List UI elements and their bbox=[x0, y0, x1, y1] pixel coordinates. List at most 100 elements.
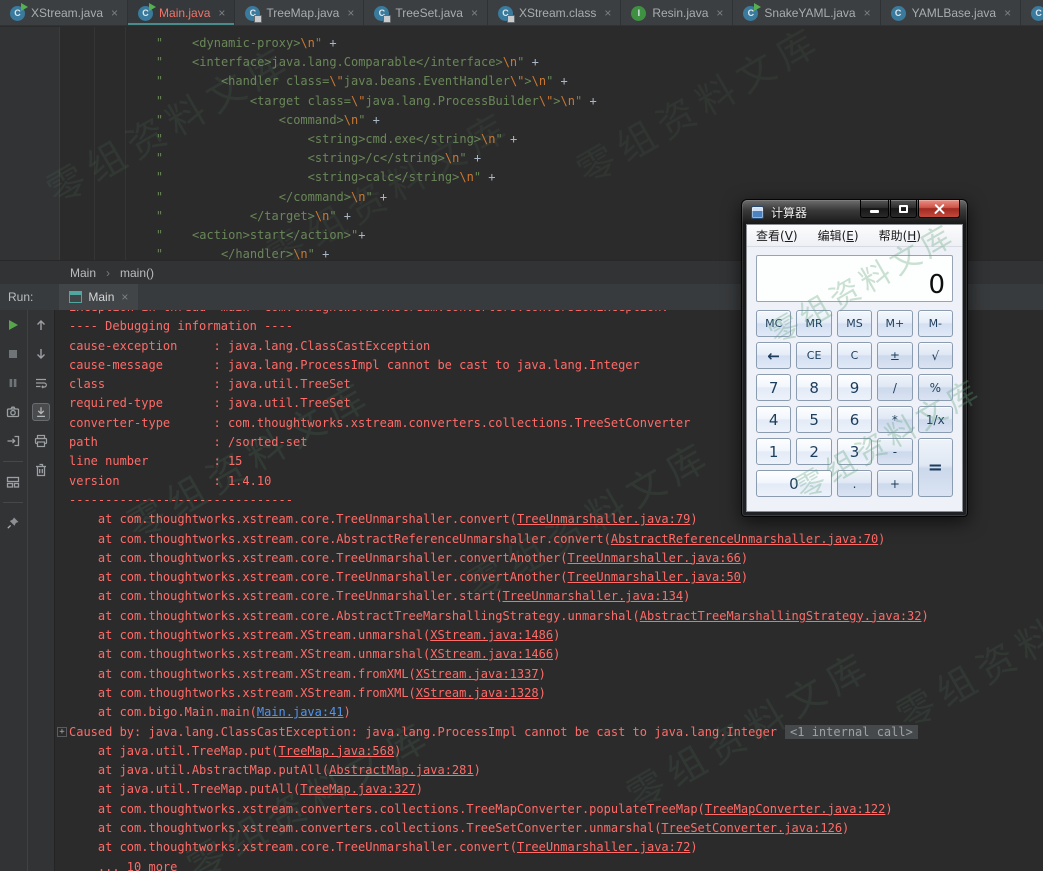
exit-icon[interactable] bbox=[4, 432, 22, 450]
key-mc[interactable]: MC bbox=[756, 310, 792, 337]
scroll-to-end-icon[interactable] bbox=[31, 403, 50, 421]
stacktrace-link[interactable]: TreeMap.java:327 bbox=[300, 782, 416, 796]
maximize-button[interactable] bbox=[890, 200, 917, 218]
pause-button[interactable] bbox=[4, 374, 22, 392]
stacktrace-link[interactable]: Main.java:41 bbox=[257, 705, 344, 719]
key-equals[interactable]: = bbox=[917, 438, 953, 497]
key-negate[interactable]: ± bbox=[877, 342, 913, 369]
key-3[interactable]: 3 bbox=[836, 438, 873, 465]
tab-xstream-java[interactable]: C XStream.java × bbox=[0, 0, 129, 25]
tab-partial[interactable]: C Ma bbox=[1021, 0, 1043, 25]
key-9[interactable]: 9 bbox=[836, 374, 873, 401]
restore-layout-icon[interactable] bbox=[4, 473, 22, 491]
key-ms[interactable]: MS bbox=[836, 310, 873, 337]
run-label: Run: bbox=[8, 290, 34, 304]
stacktrace-link[interactable]: XStream.java:1328 bbox=[416, 686, 539, 700]
key-7[interactable]: 7 bbox=[756, 374, 792, 401]
tab-resin-java[interactable]: I Resin.java × bbox=[621, 0, 734, 25]
key-percent[interactable]: % bbox=[917, 374, 953, 401]
key-decimal[interactable]: . bbox=[836, 470, 873, 497]
console-line: at com.thoughtworks.xstream.core.TreeUnm… bbox=[69, 589, 691, 604]
tab-xstream-class[interactable]: C XStream.class × bbox=[488, 0, 622, 25]
breadcrumb-class[interactable]: Main bbox=[70, 266, 96, 280]
key-multiply[interactable]: * bbox=[877, 406, 913, 433]
key-5[interactable]: 5 bbox=[796, 406, 832, 433]
menu-view[interactable]: 查看(V) bbox=[756, 227, 798, 244]
key-mminus[interactable]: M- bbox=[917, 310, 953, 337]
tab-close-icon[interactable]: × bbox=[864, 6, 871, 20]
key-8[interactable]: 8 bbox=[796, 374, 832, 401]
stacktrace-link[interactable]: TreeMap.java:568 bbox=[279, 744, 395, 758]
thread-dump-camera-icon[interactable] bbox=[4, 403, 22, 421]
console-line: at com.thoughtworks.xstream.core.TreeUnm… bbox=[69, 840, 698, 855]
fold-expand-icon[interactable]: + bbox=[57, 726, 67, 737]
tab-close-icon[interactable]: × bbox=[716, 6, 723, 20]
stacktrace-link[interactable]: TreeMapConverter.java:122 bbox=[705, 802, 886, 816]
calculator-window[interactable]: 零组资料文库 零组资料文库 计算器 查看(V) 编辑(E) 帮助(H) 0 MC bbox=[741, 199, 988, 517]
class-runnable-icon: C bbox=[138, 2, 157, 21]
code-line: " <interface>java.lang.Comparable</inter… bbox=[155, 55, 539, 70]
key-add[interactable]: + bbox=[877, 470, 913, 497]
stacktrace-link[interactable]: XStream.java:1466 bbox=[430, 647, 553, 661]
tab-close-icon[interactable]: × bbox=[1004, 6, 1011, 20]
calculator-display-value: 0 bbox=[928, 270, 945, 300]
key-2[interactable]: 2 bbox=[796, 438, 832, 465]
stacktrace-link[interactable]: TreeUnmarshaller.java:66 bbox=[568, 551, 741, 565]
down-stack-trace-icon[interactable] bbox=[32, 345, 50, 363]
rerun-button[interactable] bbox=[4, 316, 22, 334]
soft-wrap-icon[interactable] bbox=[32, 374, 50, 392]
tab-main-java[interactable]: C Main.java × bbox=[128, 0, 236, 25]
stacktrace-link[interactable]: TreeUnmarshaller.java:72 bbox=[517, 840, 690, 854]
pin-icon[interactable] bbox=[4, 514, 22, 532]
stacktrace-link[interactable]: TreeUnmarshaller.java:50 bbox=[568, 570, 741, 584]
key-backspace[interactable]: ← bbox=[756, 342, 792, 369]
editor-gutter bbox=[0, 27, 60, 260]
chevron-right-icon: › bbox=[106, 265, 111, 280]
stacktrace-link[interactable]: AbstractTreeMarshallingStrategy.java:32 bbox=[640, 609, 922, 623]
minimize-button[interactable] bbox=[860, 200, 889, 218]
calculator-title-bar[interactable]: 计算器 bbox=[742, 200, 967, 224]
key-reciprocal[interactable]: 1/x bbox=[917, 406, 953, 433]
clear-console-trash-icon[interactable] bbox=[32, 461, 50, 479]
tab-treeset-java[interactable]: C TreeSet.java × bbox=[364, 0, 488, 25]
tab-label: TreeMap.java bbox=[266, 6, 340, 20]
print-icon[interactable] bbox=[32, 432, 50, 450]
stacktrace-link[interactable]: TreeUnmarshaller.java:79 bbox=[517, 512, 690, 526]
stop-button[interactable] bbox=[4, 345, 22, 363]
breadcrumb-method[interactable]: main() bbox=[120, 266, 154, 280]
key-0[interactable]: 0 bbox=[756, 470, 832, 497]
key-4[interactable]: 4 bbox=[756, 406, 792, 433]
tab-close-icon[interactable]: × bbox=[471, 6, 478, 20]
tab-yamlbase-java[interactable]: C YAMLBase.java × bbox=[881, 0, 1022, 25]
stacktrace-link[interactable]: AbstractReferenceUnmarshaller.java:70 bbox=[611, 532, 878, 546]
tab-treemap-java[interactable]: C TreeMap.java × bbox=[235, 0, 365, 25]
key-1[interactable]: 1 bbox=[756, 438, 792, 465]
up-stack-trace-icon[interactable] bbox=[32, 316, 50, 334]
tab-close-icon[interactable]: × bbox=[111, 6, 118, 20]
tab-label: Resin.java bbox=[652, 6, 709, 20]
stacktrace-link[interactable]: TreeSetConverter.java:126 bbox=[661, 821, 842, 835]
tab-close-icon[interactable]: × bbox=[604, 6, 611, 20]
tab-snakeyaml-java[interactable]: C SnakeYAML.java × bbox=[733, 0, 881, 25]
key-subtract[interactable]: - bbox=[877, 438, 913, 465]
menu-help[interactable]: 帮助(H) bbox=[879, 227, 921, 244]
key-divide[interactable]: / bbox=[877, 374, 913, 401]
stacktrace-link[interactable]: XStream.java:1337 bbox=[416, 667, 539, 681]
console-line: at com.thoughtworks.xstream.core.Abstrac… bbox=[69, 608, 929, 623]
key-mr[interactable]: MR bbox=[796, 310, 832, 337]
run-tab-close-icon[interactable]: × bbox=[121, 290, 128, 304]
tab-close-icon[interactable]: × bbox=[347, 6, 354, 20]
key-6[interactable]: 6 bbox=[836, 406, 873, 433]
key-ce[interactable]: CE bbox=[796, 342, 832, 369]
stacktrace-link[interactable]: TreeUnmarshaller.java:134 bbox=[502, 589, 683, 603]
stacktrace-link[interactable]: AbstractMap.java:281 bbox=[329, 763, 474, 777]
stacktrace-link[interactable]: XStream.java:1486 bbox=[430, 628, 553, 642]
menu-edit[interactable]: 编辑(E) bbox=[818, 227, 859, 244]
key-mplus[interactable]: M+ bbox=[877, 310, 913, 337]
run-tab-main[interactable]: Main × bbox=[59, 284, 139, 310]
key-sqrt[interactable]: √ bbox=[917, 342, 953, 369]
key-c[interactable]: C bbox=[836, 342, 873, 369]
close-button[interactable] bbox=[918, 200, 960, 218]
tab-close-icon[interactable]: × bbox=[218, 6, 225, 20]
calculator-app-icon bbox=[751, 205, 764, 219]
